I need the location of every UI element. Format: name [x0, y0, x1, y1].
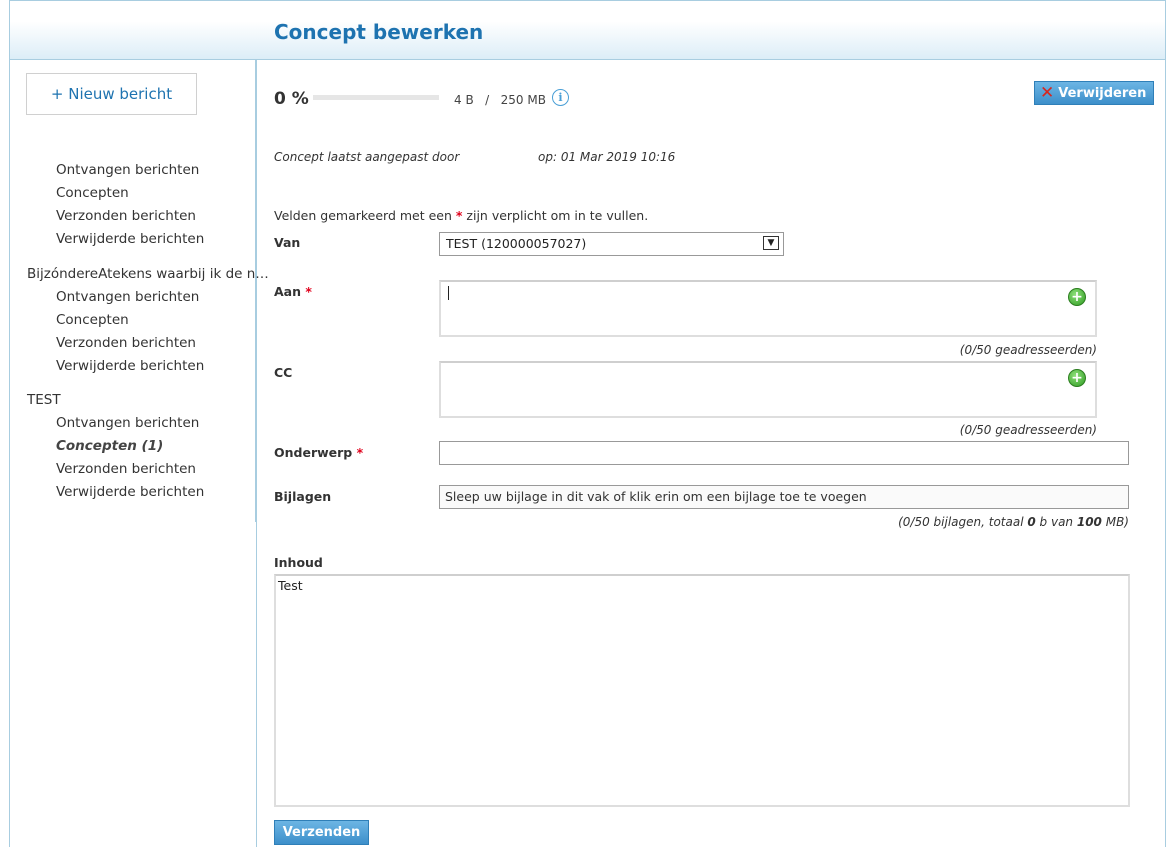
- sidebar-group-name[interactable]: BijzóndereAtekens waarbij ik de n…: [27, 266, 269, 282]
- sidebar-item-deleted[interactable]: Verwijderde berichten: [56, 358, 204, 374]
- sidebar-group-name[interactable]: TEST: [27, 392, 61, 408]
- subject-label: Onderwerp *: [274, 445, 364, 460]
- cc-field[interactable]: +: [439, 361, 1097, 418]
- modified-by: Concept laatst aangepast door: [274, 150, 460, 164]
- sidebar-item-inbox[interactable]: Ontvangen berichten: [56, 162, 199, 178]
- storage-total: 250 MB: [500, 93, 546, 107]
- attachments-dropzone[interactable]: Sleep uw bijlage in dit vak of klik erin…: [439, 485, 1129, 509]
- storage-progress-bar: [313, 95, 439, 100]
- attachments-label: Bijlagen: [274, 489, 332, 504]
- sidebar-item-deleted[interactable]: Verwijderde berichten: [56, 484, 204, 500]
- storage-used: 4 B: [454, 93, 474, 107]
- body-label: Inhoud: [274, 555, 323, 570]
- delete-label: Verwijderen: [1058, 85, 1147, 101]
- cc-label: CC: [274, 365, 293, 380]
- to-label: Aan *: [274, 284, 312, 299]
- sidebar-item-sent[interactable]: Verzonden berichten: [56, 208, 196, 224]
- close-icon: ✕: [1040, 82, 1055, 103]
- chevron-down-icon[interactable]: ▼: [763, 236, 779, 250]
- add-recipient-icon[interactable]: +: [1068, 288, 1086, 306]
- storage-percent: 0 %: [274, 89, 309, 109]
- required-note: Velden gemarkeerd met een * zijn verplic…: [274, 208, 649, 223]
- sidebar-item-sent[interactable]: Verzonden berichten: [56, 335, 196, 351]
- sidebar-item-inbox[interactable]: Ontvangen berichten: [56, 289, 199, 305]
- content-divider: [256, 60, 257, 847]
- cc-count: (0/50 geadresseerden): [959, 423, 1097, 437]
- to-field[interactable]: +: [439, 280, 1097, 337]
- to-count: (0/50 geadresseerden): [959, 343, 1097, 357]
- sidebar-item-inbox[interactable]: Ontvangen berichten: [56, 415, 199, 431]
- attachments-summary: (0/50 bijlagen, totaal 0 b van 100 MB): [898, 515, 1129, 529]
- page-title: Concept bewerken: [274, 20, 484, 44]
- storage-usage: 4 B / 250 MB: [454, 93, 546, 107]
- storage-separator: /: [485, 93, 490, 107]
- page-header: [10, 1, 1165, 60]
- sidebar-item-sent[interactable]: Verzonden berichten: [56, 461, 196, 477]
- text-cursor: [448, 286, 449, 300]
- body-textarea[interactable]: Test: [274, 574, 1130, 807]
- info-icon[interactable]: i: [552, 89, 569, 106]
- sidebar-item-drafts-active[interactable]: Concepten (1): [56, 438, 163, 454]
- delete-button[interactable]: ✕ Verwijderen: [1034, 81, 1154, 105]
- new-message-button[interactable]: + Nieuw bericht: [26, 73, 197, 115]
- send-button[interactable]: Verzenden: [274, 820, 369, 845]
- add-cc-icon[interactable]: +: [1068, 369, 1086, 387]
- subject-input[interactable]: [439, 441, 1129, 465]
- modified-on: op: 01 Mar 2019 10:16: [538, 150, 676, 164]
- sidebar-item-deleted[interactable]: Verwijderde berichten: [56, 231, 204, 247]
- from-value: TEST (120000057027): [446, 236, 587, 251]
- from-select[interactable]: TEST (120000057027) ▼: [439, 232, 784, 256]
- sidebar-item-drafts[interactable]: Concepten: [56, 312, 129, 328]
- from-label: Van: [274, 235, 301, 250]
- sidebar-item-drafts[interactable]: Concepten: [56, 185, 129, 201]
